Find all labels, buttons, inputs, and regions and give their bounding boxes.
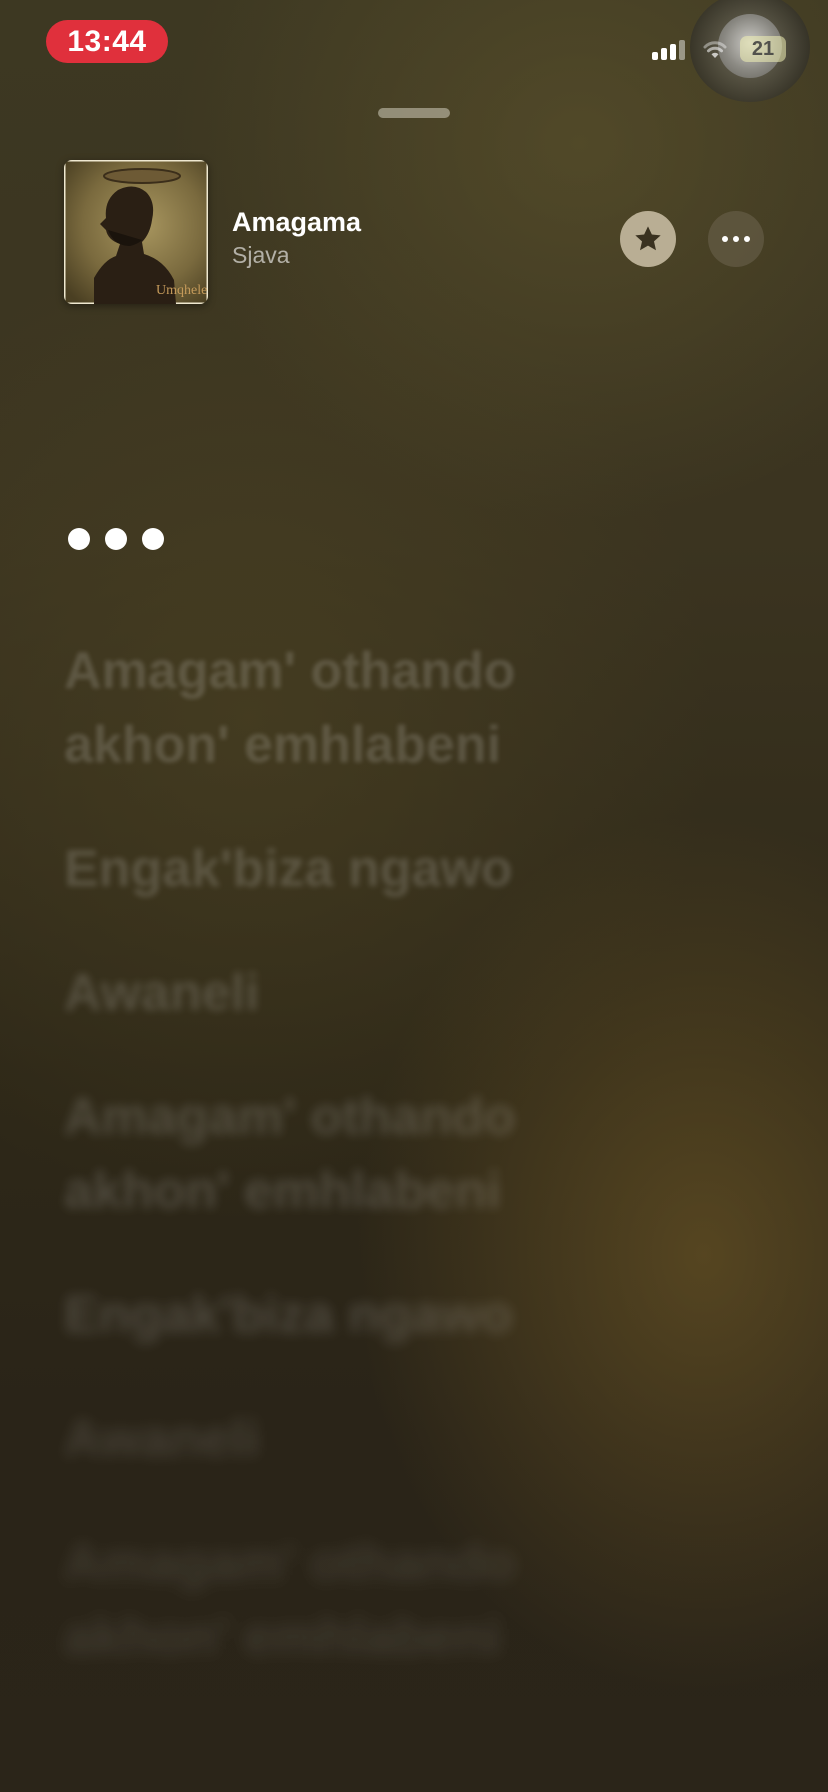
lyric-line[interactable]: Amagam' othando akhon' emhlabeni [64, 1526, 624, 1674]
sheet-grabber-handle[interactable] [378, 108, 450, 118]
song-artist[interactable]: Sjava [232, 242, 290, 269]
lyric-line[interactable]: Engak'biza ngawo [64, 1278, 624, 1352]
lyric-line[interactable]: Awaneli [64, 1402, 624, 1476]
ellipsis-icon-dot [722, 236, 728, 242]
star-icon [635, 226, 661, 251]
interlude-dot [68, 528, 90, 550]
more-options-button[interactable] [708, 211, 764, 267]
album-artwork[interactable]: Umqhele [64, 160, 208, 304]
interlude-dot [142, 528, 164, 550]
interlude-dot [105, 528, 127, 550]
favorite-button[interactable] [620, 211, 676, 267]
cellular-signal-icon [652, 38, 685, 60]
lyric-line[interactable]: Engak'biza ngawo [64, 832, 624, 906]
status-time[interactable]: 13:44 [46, 20, 168, 63]
song-title[interactable]: Amagama [232, 207, 361, 238]
lyric-line[interactable]: Awaneli [64, 956, 624, 1030]
battery-indicator: 21 [740, 36, 786, 62]
wifi-icon [703, 41, 727, 58]
ellipsis-icon-dot [744, 236, 750, 242]
interlude-dots-indicator[interactable] [68, 528, 164, 550]
lyric-line[interactable]: Amagam' othando akhon' emhlabeni [64, 634, 624, 782]
artwork-title: Umqhele [156, 283, 207, 298]
ellipsis-icon-dot [733, 236, 739, 242]
lyric-line[interactable]: Amagam' othando akhon' emhlabeni [64, 1080, 624, 1228]
lyrics-list: Amagam' othando akhon' emhlabeni Engak'b… [64, 634, 624, 1724]
